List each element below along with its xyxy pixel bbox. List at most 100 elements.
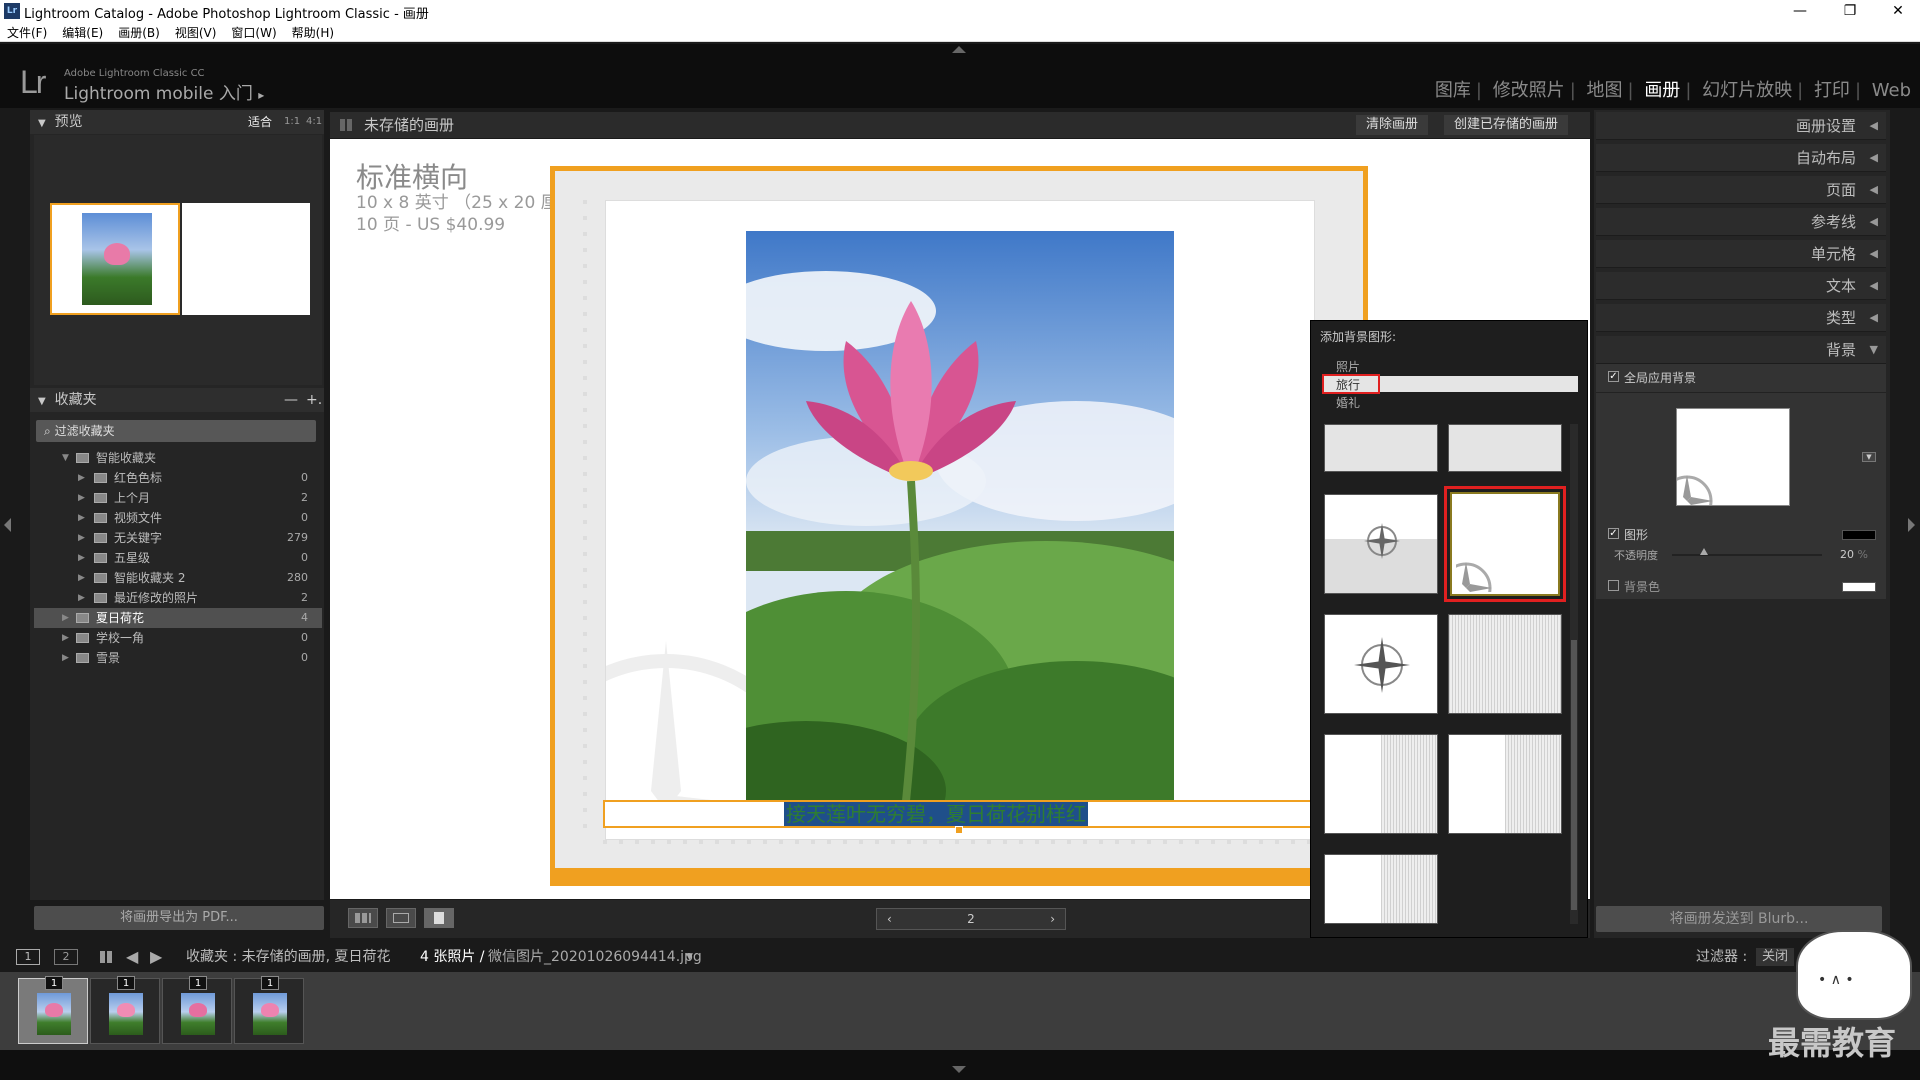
global-bg-checkbox[interactable]: ✓ — [1608, 371, 1619, 382]
module-slideshow[interactable]: 幻灯片放映 — [1702, 80, 1792, 101]
graphic-color-swatch[interactable] — [1842, 530, 1876, 540]
section-book-settings[interactable]: 画册设置 — [1596, 112, 1886, 140]
opacity-slider-track[interactable] — [1672, 554, 1822, 556]
bg-graphic-tile[interactable] — [1324, 734, 1438, 834]
menu-help[interactable]: 帮助(H) — [285, 22, 342, 41]
collapse-bottom-icon[interactable] — [952, 1066, 966, 1073]
minimize-button[interactable]: — — [1780, 1, 1820, 21]
identity-mobile-link[interactable]: Lightroom mobile 入门 ▸ — [64, 79, 264, 104]
bg-graphic-tile[interactable] — [1448, 734, 1562, 834]
opacity-value[interactable]: 20 % — [1840, 548, 1868, 561]
bg-color-checkbox[interactable] — [1608, 580, 1619, 591]
filmstrip-thumbnail[interactable]: 1 — [234, 976, 304, 1044]
add-collection-button[interactable]: +. — [306, 388, 322, 412]
forward-arrow-icon[interactable]: ▶ — [150, 942, 162, 972]
background-graphic-well[interactable] — [1676, 408, 1790, 506]
disclosure-right-icon[interactable]: ▶ — [78, 548, 85, 568]
bg-graphic-tile[interactable] — [1324, 424, 1438, 472]
filmstrip-thumbnail[interactable]: 1 — [162, 976, 232, 1044]
module-web[interactable]: Web — [1872, 80, 1911, 101]
disclosure-right-icon[interactable]: ▶ — [78, 528, 85, 548]
restore-button[interactable]: ❐ — [1830, 1, 1870, 21]
bg-color-swatch[interactable] — [1842, 582, 1876, 592]
page-number[interactable]: 2 — [967, 912, 975, 926]
collection-set-row[interactable]: ▼ 智能收藏夹 — [34, 448, 322, 468]
secondary-window-button[interactable]: 2 — [54, 949, 78, 965]
left-collapse-icon[interactable] — [4, 518, 11, 532]
section-cell[interactable]: 单元格 — [1596, 240, 1886, 268]
disclosure-right-icon[interactable]: ▶ — [78, 508, 85, 528]
graphic-menu-icon[interactable]: ▼ — [1862, 452, 1876, 462]
caption-resize-handle[interactable] — [955, 826, 963, 834]
module-print[interactable]: 打印 — [1814, 80, 1850, 101]
section-background[interactable]: 背景 — [1596, 336, 1886, 364]
zoom-1-1[interactable]: 1:1 — [284, 110, 300, 134]
bg-graphic-tile[interactable] — [1324, 854, 1438, 924]
smart-collection-row[interactable]: ▶ 最近修改的照片 2 — [34, 588, 322, 608]
back-arrow-icon[interactable]: ◀ — [126, 942, 138, 972]
popup-scrollbar-thumb[interactable] — [1571, 640, 1577, 910]
navigator-preview[interactable] — [34, 135, 322, 385]
bg-graphic-tile[interactable] — [1448, 424, 1562, 472]
filter-dropdown[interactable]: 关闭 — [1756, 948, 1795, 966]
source-path[interactable]: 收藏夹 : 未存储的画册, 夏日荷花 — [186, 942, 391, 972]
primary-window-button[interactable]: 1 — [16, 949, 40, 965]
collection-set-row[interactable]: ▶ 雪景 0 — [34, 648, 322, 668]
collapse-top-icon[interactable] — [952, 46, 966, 53]
menu-book[interactable]: 画册(B) — [111, 22, 168, 41]
create-saved-book-button[interactable]: 创建已存储的画册 — [1444, 115, 1569, 135]
section-guides[interactable]: 参考线 — [1596, 208, 1886, 236]
smart-collection-row[interactable]: ▶ 红色色标 0 — [34, 468, 322, 488]
close-button[interactable]: ✕ — [1878, 1, 1918, 21]
disclosure-right-icon[interactable]: ▶ — [78, 568, 85, 588]
disclosure-right-icon[interactable]: ▶ — [78, 488, 85, 508]
bg-graphic-tile[interactable] — [1324, 614, 1438, 714]
collection-set-row[interactable]: ▶ 学校一角 0 — [34, 628, 322, 648]
menu-file[interactable]: 文件(F) — [0, 22, 55, 41]
menu-window[interactable]: 窗口(W) — [224, 22, 284, 41]
remove-collection-button[interactable]: — — [284, 388, 298, 412]
next-page-button[interactable]: › — [1050, 909, 1055, 929]
spread-view-button[interactable] — [386, 908, 416, 928]
opacity-slider-thumb[interactable] — [1700, 548, 1708, 555]
export-pdf-button[interactable]: 将画册导出为 PDF... — [34, 906, 324, 930]
smart-collection-row[interactable]: ▶ 无关键字 279 — [34, 528, 322, 548]
category-wedding[interactable]: 婚礼 — [1336, 394, 1360, 411]
caption-text[interactable]: 接天莲叶无穷碧，夏日荷花别样红 — [784, 802, 1088, 826]
bg-graphic-tile[interactable] — [1324, 494, 1438, 594]
smart-collection-row[interactable]: ▶ 视频文件 0 — [34, 508, 322, 528]
filmstrip-thumbnail[interactable]: 1 — [90, 976, 160, 1044]
graphic-checkbox[interactable]: ✓ — [1608, 528, 1619, 539]
previous-page-button[interactable]: ‹ — [887, 909, 892, 929]
module-develop[interactable]: 修改照片 — [1493, 80, 1565, 101]
preview-panel-header[interactable]: ▼ 预览 适合 1:1 4:1 — [30, 110, 324, 134]
menu-edit[interactable]: 编辑(E) — [55, 22, 111, 41]
smart-collection-row[interactable]: ▶ 五星级 0 — [34, 548, 322, 568]
section-page[interactable]: 页面 — [1596, 176, 1886, 204]
filename-menu-icon[interactable]: ▼ — [686, 942, 693, 972]
zoom-4-1[interactable]: 4:1 — [306, 110, 322, 134]
disclosure-right-icon[interactable]: ▶ — [78, 468, 85, 488]
disclosure-right-icon[interactable]: ▶ — [62, 608, 69, 628]
collection-set-row[interactable]: ▶ 夏日荷花 4 — [34, 608, 322, 628]
grid-icon[interactable] — [100, 951, 114, 963]
bg-graphic-tile[interactable] — [1448, 614, 1562, 714]
category-photo[interactable]: 照片 — [1336, 358, 1360, 375]
section-type[interactable]: 类型 — [1596, 304, 1886, 332]
disclosure-right-icon[interactable]: ▶ — [78, 588, 85, 608]
module-library[interactable]: 图库 — [1435, 80, 1471, 101]
selected-bg-graphic-tile[interactable] — [1444, 486, 1566, 602]
disclosure-right-icon[interactable]: ▶ — [62, 648, 69, 668]
menu-view[interactable]: 视图(V) — [168, 22, 225, 41]
collections-panel-header[interactable]: ▼ 收藏夹 — +. — [30, 388, 324, 412]
clear-book-button[interactable]: 清除画册 — [1356, 115, 1429, 135]
collection-filter-input[interactable]: ⌕ 过滤收藏夹 — [36, 420, 316, 442]
right-collapse-icon[interactable] — [1908, 518, 1915, 532]
section-text[interactable]: 文本 — [1596, 272, 1886, 300]
zoom-fit[interactable]: 适合 — [248, 110, 272, 134]
section-auto-layout[interactable]: 自动布局 — [1596, 144, 1886, 172]
module-book[interactable]: 画册 — [1644, 80, 1680, 101]
disclosure-right-icon[interactable]: ▶ — [62, 628, 69, 648]
current-filename[interactable]: 微信图片_20201026094414.jpg — [488, 942, 702, 972]
smart-collection-row[interactable]: ▶ 智能收藏夹 2 280 — [34, 568, 322, 588]
